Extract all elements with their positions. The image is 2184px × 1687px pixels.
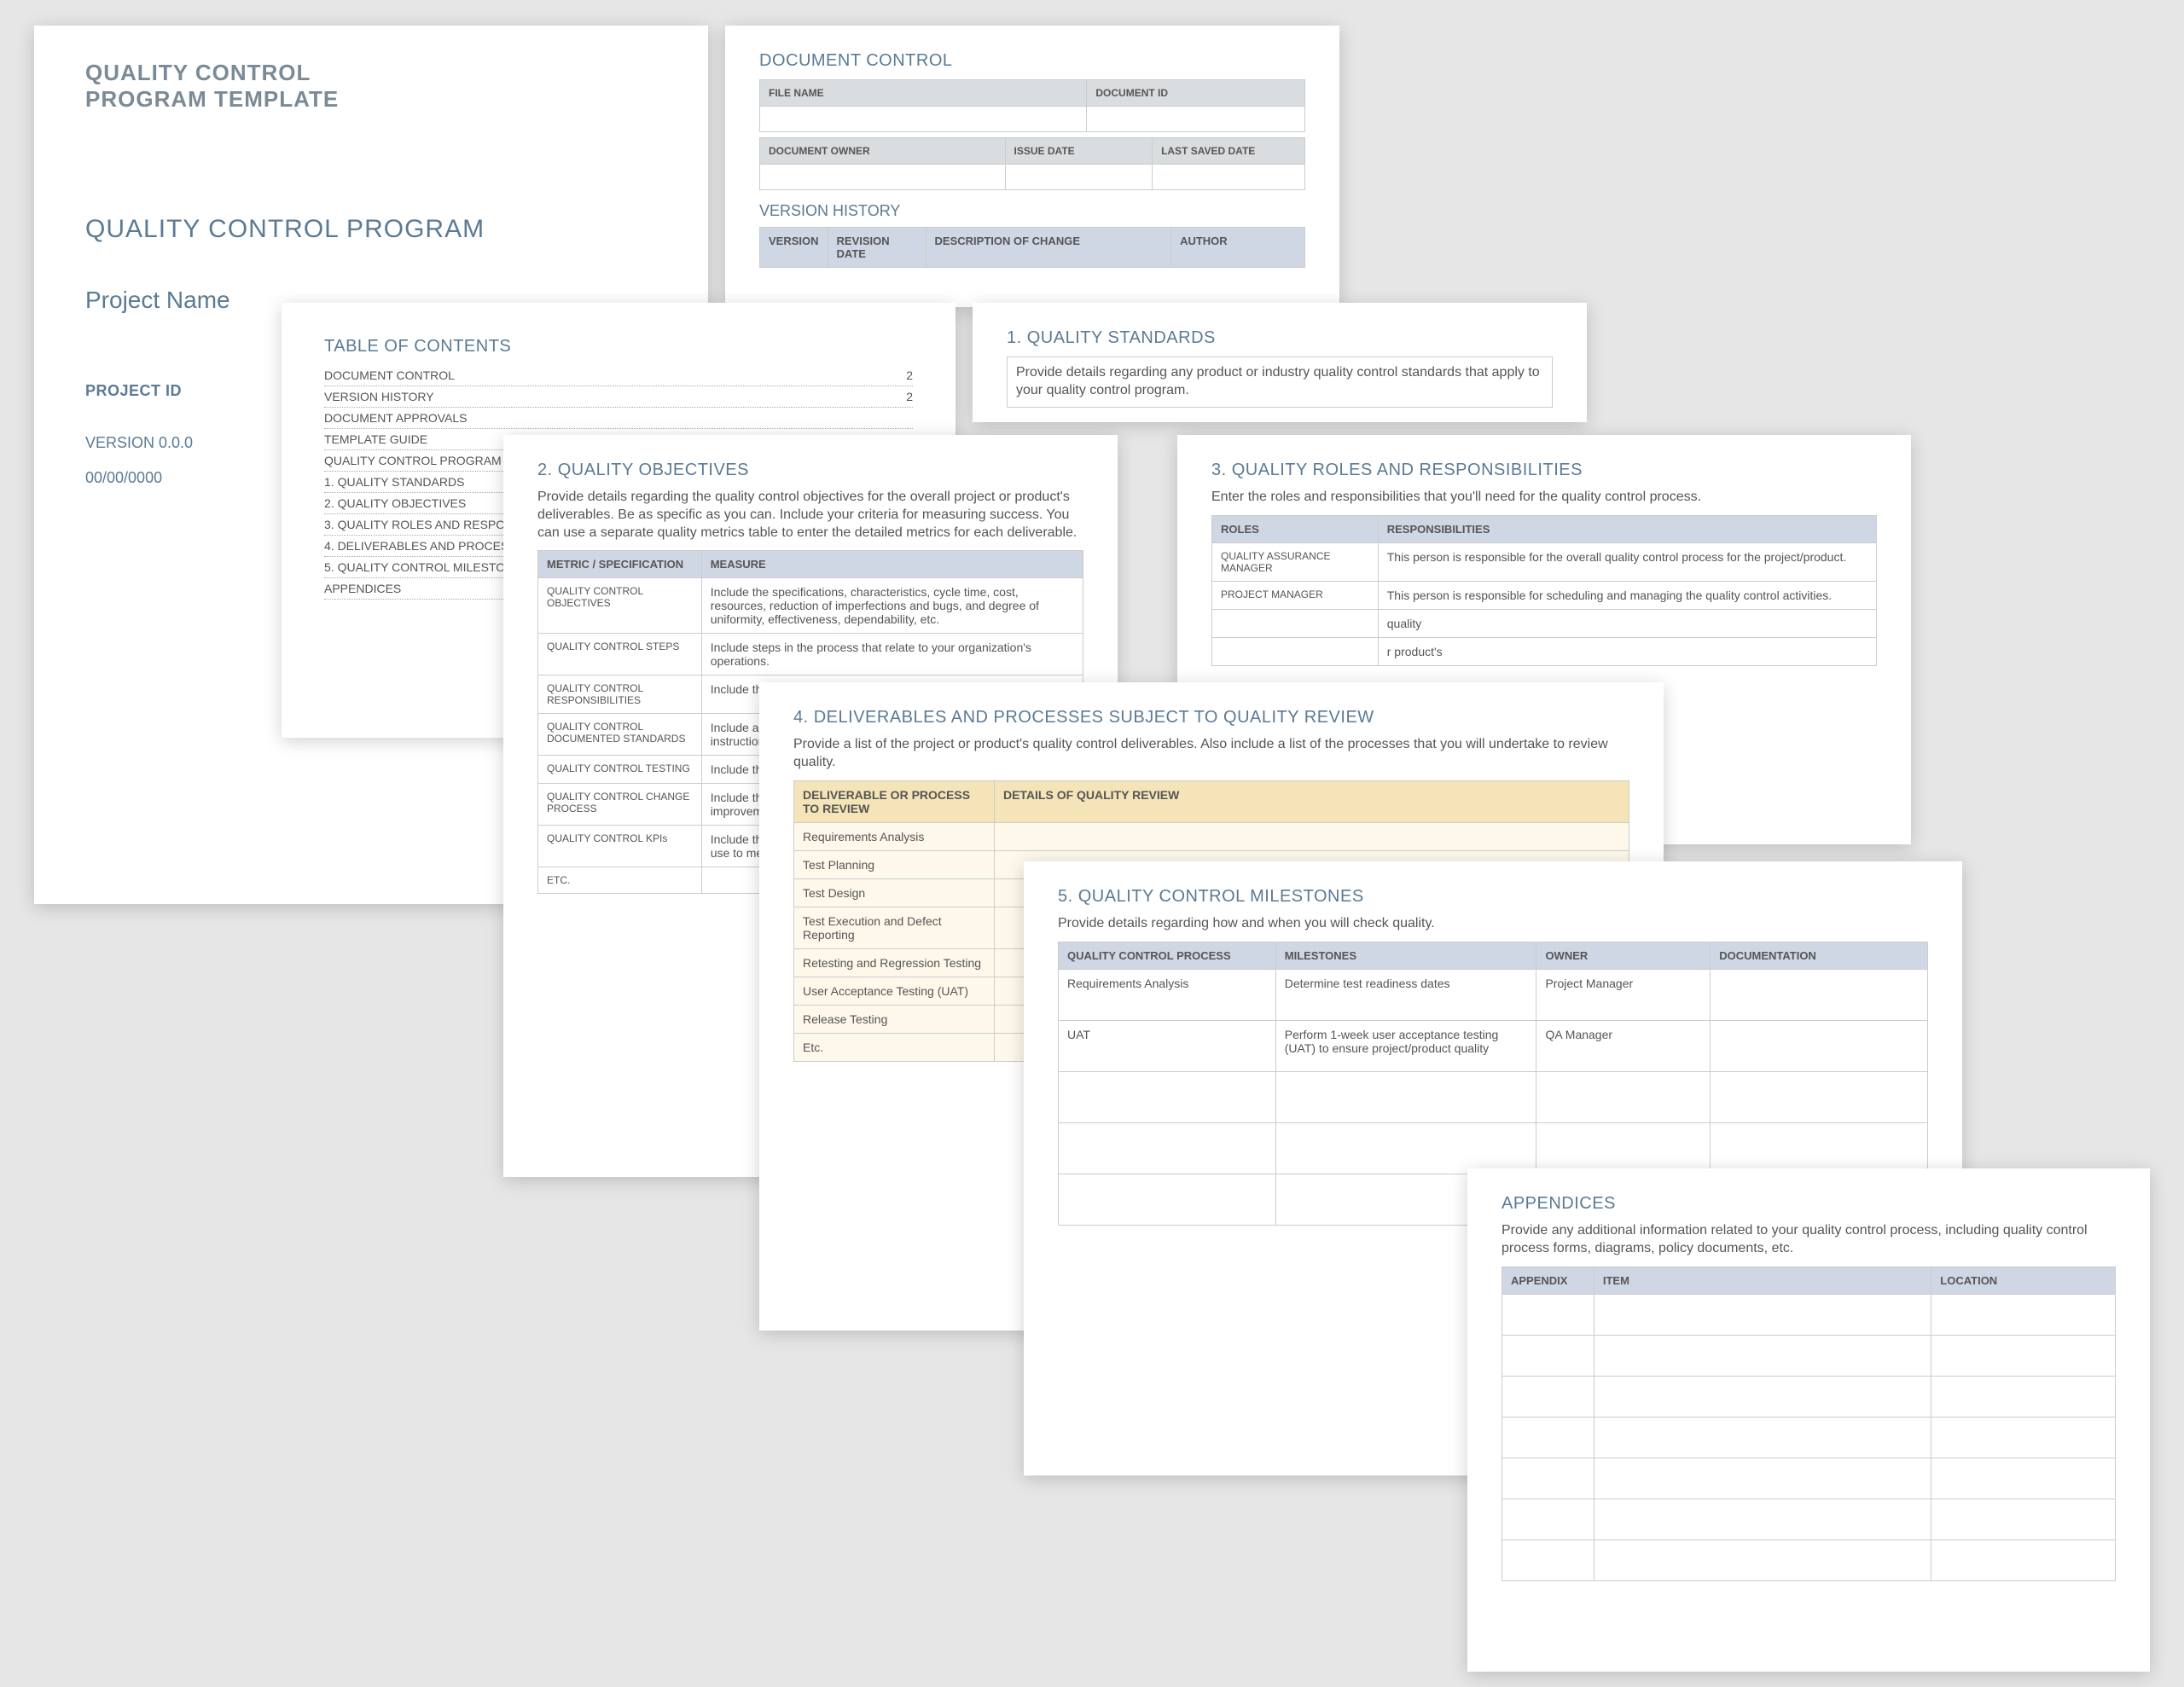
table-row: QUALITY ASSURANCE MANAGERThis person is … (1212, 542, 1877, 581)
template-title: QUALITY CONTROL PROGRAM TEMPLATE (85, 60, 657, 113)
appendices-table: APPENDIX ITEM LOCATION (1502, 1267, 2116, 1581)
toc-item: VERSION HISTORY2 (324, 386, 913, 408)
milestones-heading: 5. QUALITY CONTROL MILESTONES (1058, 887, 1928, 907)
deliverables-desc: Provide a list of the project or product… (793, 736, 1629, 772)
table-row (1502, 1539, 2116, 1580)
standards-desc: Provide details regarding any product or… (1016, 364, 1543, 400)
table-row: QUALITY CONTROL STEPSInclude steps in th… (538, 634, 1083, 675)
version-history-heading: VERSION HISTORY (759, 202, 1305, 220)
objectives-heading: 2. QUALITY OBJECTIVES (537, 461, 1083, 480)
table-row (1502, 1335, 2116, 1376)
table-row: QUALITY CONTROL OBJECTIVESInclude the sp… (538, 578, 1083, 634)
objectives-desc: Provide details regarding the quality co… (537, 489, 1083, 542)
table-row: r product's (1212, 637, 1877, 665)
table-row (1059, 1071, 1928, 1122)
roles-desc: Enter the roles and responsibilities tha… (1211, 489, 1877, 507)
table-row (1502, 1458, 2116, 1499)
roles-table: ROLESRESPONSIBILITIES QUALITY ASSURANCE … (1211, 515, 1877, 666)
doc-control-heading: DOCUMENT CONTROL (759, 51, 1305, 71)
deliverables-heading: 4. DELIVERABLES AND PROCESSES SUBJECT TO… (793, 708, 1629, 728)
table-row (1502, 1376, 2116, 1417)
table-row (1059, 1122, 1928, 1174)
table-row: PROJECT MANAGERThis person is responsibl… (1212, 581, 1877, 609)
standards-heading: 1. QUALITY STANDARDS (1007, 328, 1553, 348)
toc-item: DOCUMENT APPROVALS (324, 408, 913, 429)
page-document-control: DOCUMENT CONTROL FILE NAMEDOCUMENT ID DO… (725, 26, 1339, 307)
doc-control-table: FILE NAMEDOCUMENT ID (759, 79, 1305, 132)
table-row: Requirements Analysis (794, 822, 1629, 850)
table-row (1502, 1294, 2116, 1335)
table-row: quality (1212, 609, 1877, 637)
roles-heading: 3. QUALITY ROLES AND RESPONSIBILITIES (1211, 461, 1877, 480)
appendices-desc: Provide any additional information relat… (1502, 1222, 2116, 1258)
milestones-desc: Provide details regarding how and when y… (1058, 915, 1928, 933)
subtitle: QUALITY CONTROL PROGRAM (85, 215, 657, 244)
toc-item: DOCUMENT CONTROL2 (324, 365, 913, 386)
page-standards: 1. QUALITY STANDARDS Provide details reg… (973, 303, 1587, 422)
toc-heading: TABLE OF CONTENTS (324, 337, 913, 357)
table-row (1502, 1499, 2116, 1539)
table-row: Requirements AnalysisDetermine test read… (1059, 969, 1928, 1020)
appendices-heading: APPENDICES (1502, 1194, 2116, 1214)
table-row: UATPerform 1-week user acceptance testin… (1059, 1020, 1928, 1071)
page-appendices: APPENDICES Provide any additional inform… (1467, 1168, 2150, 1672)
table-row (1502, 1417, 2116, 1458)
